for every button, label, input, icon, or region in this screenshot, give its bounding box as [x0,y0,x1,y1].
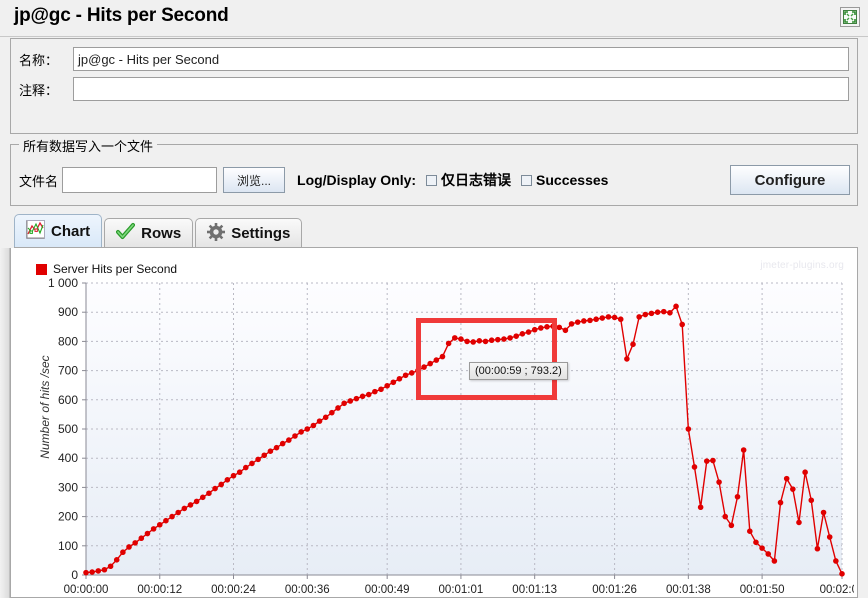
filename-input[interactable] [62,167,217,193]
log-display-only-label: Log/Display Only: [297,172,416,188]
errors-checkbox[interactable] [426,175,437,186]
svg-text:00:00:49: 00:00:49 [365,584,410,596]
expand-icon[interactable] [840,7,860,27]
svg-text:100: 100 [58,539,78,553]
successes-checkbox[interactable] [521,175,532,186]
tab-rows[interactable]: Rows [104,218,193,248]
comment-label: 注释： [11,80,73,99]
tab-settings-label: Settings [231,225,290,242]
svg-text:800: 800 [58,334,78,348]
filename-row: 文件名 浏览... Log/Display Only: 仅日志错误 Succes… [19,167,608,193]
filename-label: 文件名 [19,171,58,190]
svg-text:00:00:24: 00:00:24 [211,584,256,596]
svg-text:00:01:13: 00:01:13 [512,584,557,596]
svg-text:1 000: 1 000 [48,276,78,290]
svg-text:00:01:01: 00:01:01 [439,584,484,596]
chart-panel: Server Hits per Second jmeter-plugins.or… [10,248,858,598]
svg-text:400: 400 [58,451,78,465]
chart-icon [26,220,45,243]
svg-text:00:00:00: 00:00:00 [64,584,109,596]
tab-chart-label: Chart [51,223,90,240]
write-all-data-group: 所有数据写入一个文件 文件名 浏览... Log/Display Only: 仅… [10,144,858,206]
data-point-tooltip: (00:00:59 ; 793.2) [469,362,568,380]
svg-text:00:00:36: 00:00:36 [285,584,330,596]
comment-input[interactable] [73,77,849,101]
configure-button[interactable]: Configure [730,165,850,195]
chart-plot-area[interactable]: 0 100 200 300 400 500 600 700 800 900 1 000 00:00:0… [14,250,854,596]
browse-button[interactable]: 浏览... [223,167,285,193]
svg-text:300: 300 [58,480,78,494]
check-icon [116,222,135,245]
svg-text:00:01:38: 00:01:38 [666,584,711,596]
svg-text:00:02:03: 00:02:03 [820,584,854,596]
errors-checkbox-group[interactable]: 仅日志错误 [426,170,511,190]
successes-checkbox-group[interactable]: Successes [521,172,608,188]
name-input[interactable]: jp@gc - Hits per Second [73,47,849,71]
svg-text:900: 900 [58,305,78,319]
comment-row: 注释： [11,75,857,103]
tab-bar: Chart Rows [14,214,304,248]
errors-checkbox-label: 仅日志错误 [441,170,511,190]
left-scroll-gutter[interactable] [0,248,10,598]
gear-icon [207,223,225,245]
svg-text:00:00:12: 00:00:12 [137,584,182,596]
selection-rectangle[interactable] [416,318,557,400]
plugin-window: jp@gc - Hits per Second 名称： jp@gc - Hits… [0,0,868,598]
title-bar: jp@gc - Hits per Second [0,0,868,37]
successes-checkbox-label: Successes [536,172,608,188]
tab-rows-label: Rows [141,225,181,242]
svg-text:00:01:26: 00:01:26 [592,584,637,596]
page-title: jp@gc - Hits per Second [14,5,229,27]
chart-inner: Server Hits per Second jmeter-plugins.or… [14,250,854,596]
name-comment-panel: 名称： jp@gc - Hits per Second 注释： Help on … [10,38,858,134]
svg-text:200: 200 [58,510,78,524]
group-title: 所有数据写入一个文件 [19,136,157,155]
name-row: 名称： jp@gc - Hits per Second [11,45,857,73]
svg-text:00:01:50: 00:01:50 [740,584,785,596]
svg-text:500: 500 [58,422,78,436]
svg-text:600: 600 [58,393,78,407]
name-label: 名称： [11,50,73,69]
tab-chart[interactable]: Chart [14,214,102,248]
svg-text:700: 700 [58,364,78,378]
tab-settings[interactable]: Settings [195,218,302,248]
svg-text:0: 0 [71,568,78,582]
